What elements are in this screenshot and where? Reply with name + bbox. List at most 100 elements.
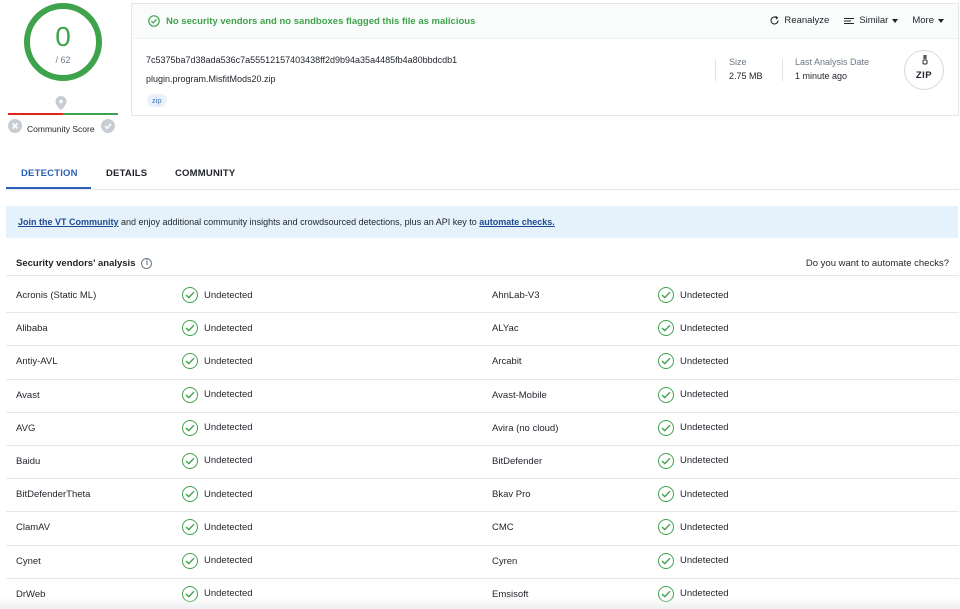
- vendor-name: ALYac: [492, 323, 519, 335]
- vendor-name: Arcabit: [492, 356, 522, 368]
- result-text: Undetected: [204, 422, 253, 434]
- vendor-name: BitDefenderTheta: [16, 489, 91, 501]
- table-row: ClamAV Undetected CMC Undetected: [6, 512, 959, 546]
- check-circle-icon: [658, 353, 674, 370]
- vendor-result: Undetected: [182, 552, 253, 569]
- last-analysis: Last Analysis Date 1 minute ago: [795, 57, 869, 81]
- vendor-name: AVG: [16, 422, 36, 434]
- last-analysis-value: 1 minute ago: [795, 71, 848, 81]
- section-title: Security vendors' analysis: [16, 258, 153, 269]
- result-text: Undetected: [204, 555, 253, 566]
- check-circle-icon: [658, 419, 674, 436]
- table-row: AVG Undetected Avira (no cloud) Undetected: [6, 413, 959, 446]
- verdict-text: No security vendors and no sandboxes fla…: [166, 15, 476, 27]
- table-row: Antiy-AVL Undetected Arcabit Undetected: [6, 346, 959, 380]
- vendor-name: Bkav Pro: [492, 489, 531, 501]
- vendor-name: Alibaba: [16, 323, 48, 335]
- vendor-name: BitDefender: [492, 455, 543, 467]
- similar-button[interactable]: Similar: [843, 15, 899, 26]
- check-circle-icon: [182, 386, 198, 403]
- size-label: Size: [729, 57, 747, 67]
- check-circle-icon: [182, 452, 198, 469]
- file-summary-card: No security vendors and no sandboxes fla…: [131, 3, 959, 116]
- check-circle-icon: [658, 552, 674, 569]
- vendor-result: Undetected: [658, 486, 729, 503]
- check-circle-icon: [658, 287, 674, 303]
- vendor-result: Undetected: [182, 320, 253, 337]
- vendor-name: Acronis (Static ML): [16, 290, 97, 301]
- check-circle-icon: [658, 519, 674, 536]
- vendor-result: Undetected: [182, 353, 253, 370]
- result-text: Undetected: [204, 355, 253, 367]
- vote-harmless-icon[interactable]: [101, 119, 115, 133]
- automate-checks-prompt[interactable]: Do you want to automate checks?: [806, 258, 949, 269]
- vendor-results-table: Acronis (Static ML) Undetected AhnLab-V3 Un…: [6, 280, 959, 609]
- result-text: Undetected: [204, 455, 253, 467]
- banner-message: and enjoy additional community insights …: [118, 217, 480, 227]
- join-community-link[interactable]: Join the VT Community: [18, 217, 119, 227]
- check-circle-icon: [182, 287, 198, 303]
- result-text: Undetected: [204, 389, 253, 401]
- vendor-name: AhnLab-V3: [492, 290, 540, 301]
- vendor-result: Undetected: [182, 452, 253, 469]
- check-circle-icon: [182, 486, 198, 503]
- result-text: Undetected: [680, 289, 729, 301]
- file-hash[interactable]: 7c5375ba7d38ada536c7a55512157403438ff2d9…: [146, 55, 457, 65]
- check-circle-icon: [658, 386, 674, 403]
- check-circle-icon: [182, 320, 198, 337]
- automate-checks-link[interactable]: automate checks.: [479, 217, 555, 227]
- result-text: Undetected: [680, 455, 729, 467]
- result-text: Undetected: [680, 389, 729, 401]
- vote-malicious-icon[interactable]: [8, 119, 22, 133]
- card-toolbar: No security vendors and no sandboxes fla…: [132, 4, 958, 39]
- result-text: Undetected: [204, 521, 253, 533]
- vendor-result: Undetected: [182, 287, 253, 303]
- result-text: Undetected: [680, 555, 729, 566]
- last-analysis-label: Last Analysis Date: [795, 57, 870, 67]
- vendor-name: Avira (no cloud): [492, 422, 559, 434]
- table-row: Alibaba Undetected ALYac Undetected: [6, 313, 959, 347]
- vendor-result: Undetected: [182, 486, 253, 503]
- vendor-result: Undetected: [658, 452, 729, 469]
- detection-score: 0 / 62 Community Score: [8, 0, 118, 140]
- file-type-text: ZIP: [915, 70, 933, 81]
- table-row: Avast Undetected Avast-Mobile Undetected: [6, 380, 959, 413]
- result-text: Undetected: [680, 521, 729, 533]
- meta-divider: [715, 59, 716, 81]
- file-tag[interactable]: zip: [147, 94, 167, 107]
- tab-details[interactable]: DETAILS: [106, 168, 147, 179]
- verdict-message: No security vendors and no sandboxes fla…: [148, 15, 475, 27]
- check-circle-icon: [658, 452, 674, 469]
- vendor-name: CMC: [492, 522, 514, 534]
- engine-total: / 62: [55, 55, 71, 65]
- file-actions: Reanalyze Similar More: [769, 15, 944, 26]
- check-circle-icon: [182, 519, 198, 536]
- reanalyze-label: Reanalyze: [784, 15, 830, 26]
- result-text: Undetected: [204, 289, 253, 301]
- community-score-bar: [8, 113, 118, 115]
- file-size: Size 2.75 MB: [729, 57, 763, 81]
- result-text: Undetected: [680, 355, 729, 367]
- more-button[interactable]: More: [912, 15, 944, 26]
- active-tab-indicator: [6, 187, 91, 189]
- check-circle-icon: [658, 486, 674, 503]
- table-row: BitDefenderTheta Undetected Bkav Pro Undete…: [6, 479, 959, 513]
- check-circle-icon: [182, 552, 198, 569]
- check-circle-icon: [182, 419, 198, 436]
- vendor-result: Undetected: [658, 386, 729, 403]
- reanalyze-button[interactable]: Reanalyze: [769, 15, 829, 26]
- vendor-name: ClamAV: [16, 522, 51, 534]
- vendor-name: Avast-Mobile: [492, 389, 547, 401]
- tab-community[interactable]: COMMUNITY: [175, 168, 235, 179]
- info-icon[interactable]: [141, 258, 153, 269]
- result-text: Undetected: [204, 322, 253, 334]
- banner-text: Join the VT Community and enjoy addition…: [18, 217, 555, 227]
- result-text: Undetected: [680, 422, 729, 434]
- tab-detection[interactable]: DETECTION: [21, 168, 78, 179]
- vendor-result: Undetected: [182, 386, 253, 403]
- size-value: 2.75 MB: [729, 71, 763, 81]
- caret-down-icon: [892, 18, 899, 23]
- similar-icon: [844, 17, 855, 24]
- section-title-text: Security vendors' analysis: [16, 258, 136, 269]
- vendor-result: Undetected: [658, 419, 729, 436]
